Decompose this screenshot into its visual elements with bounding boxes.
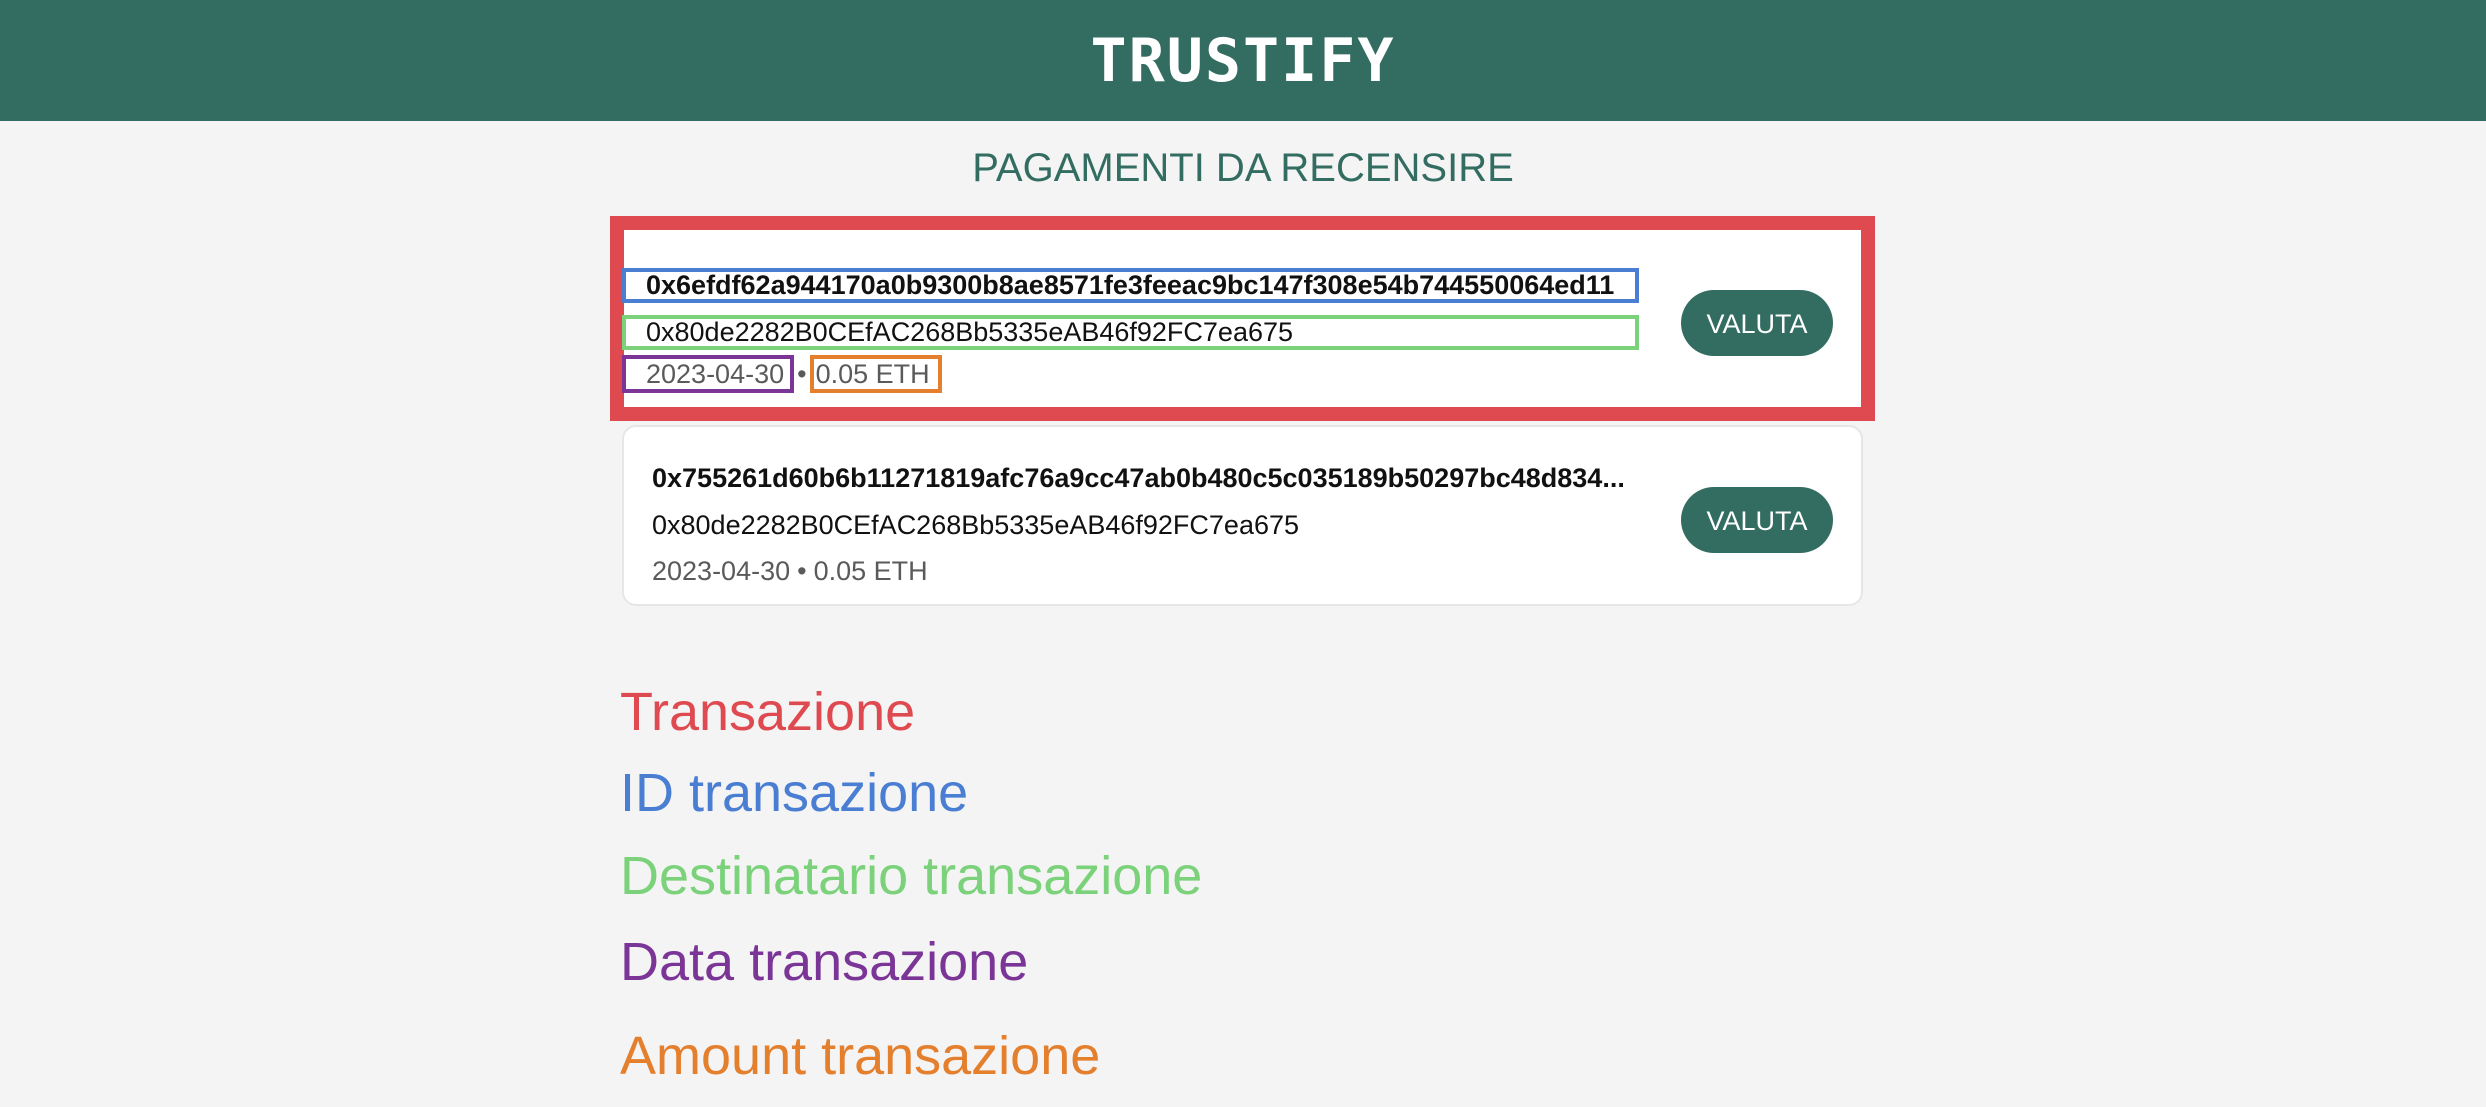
app-header: TRUSTIFY <box>0 0 2486 121</box>
transaction-meta: 2023-04-30 • 0.05 ETH <box>622 355 942 393</box>
valuta-button[interactable]: VALUTA <box>1681 290 1833 356</box>
section-title: PAGAMENTI DA RECENSIRE <box>972 146 1514 190</box>
transaction-recipient: 0x80de2282B0CEfAC268Bb5335eAB46f92FC7ea6… <box>652 510 1300 540</box>
transaction-id-line: 0x6efdf62a944170a0b9300b8ae8571fe3feeac9… <box>622 268 1639 303</box>
app-title: TRUSTIFY <box>1090 25 1396 96</box>
transaction-amount: 0.05 ETH <box>813 556 928 586</box>
transaction-meta: 2023-04-30 • 0.05 ETH <box>652 558 928 585</box>
meta-separator: • <box>797 359 807 389</box>
legend-amount: Amount transazione <box>620 1026 1101 1086</box>
transaction-card: 0x755261d60b6b11271819afc76a9cc47ab0b480… <box>622 425 1863 606</box>
legend-recipient: Destinatario transazione <box>620 846 1203 906</box>
valuta-button[interactable]: VALUTA <box>1681 487 1833 553</box>
transaction-date: 2023-04-30 <box>652 556 791 586</box>
legend-date: Data transazione <box>620 932 1029 992</box>
legend-transaction: Transazione <box>620 682 916 742</box>
transaction-card: 0x6efdf62a944170a0b9300b8ae8571fe3feeac9… <box>610 216 1875 421</box>
transaction-date: 2023-04-30 <box>622 355 795 393</box>
transaction-id: 0x755261d60b6b11271819afc76a9cc47ab0b480… <box>652 463 1625 493</box>
legend-transaction-id: ID transazione <box>620 763 969 823</box>
transaction-id: 0x6efdf62a944170a0b9300b8ae8571fe3feeac9… <box>622 268 1639 303</box>
transaction-recipient: 0x80de2282B0CEfAC268Bb5335eAB46f92FC7ea6… <box>622 315 1639 350</box>
transaction-recipient-line: 0x80de2282B0CEfAC268Bb5335eAB46f92FC7ea6… <box>622 315 1639 350</box>
transaction-amount: 0.05 ETH <box>809 355 942 393</box>
meta-separator: • <box>797 556 807 586</box>
